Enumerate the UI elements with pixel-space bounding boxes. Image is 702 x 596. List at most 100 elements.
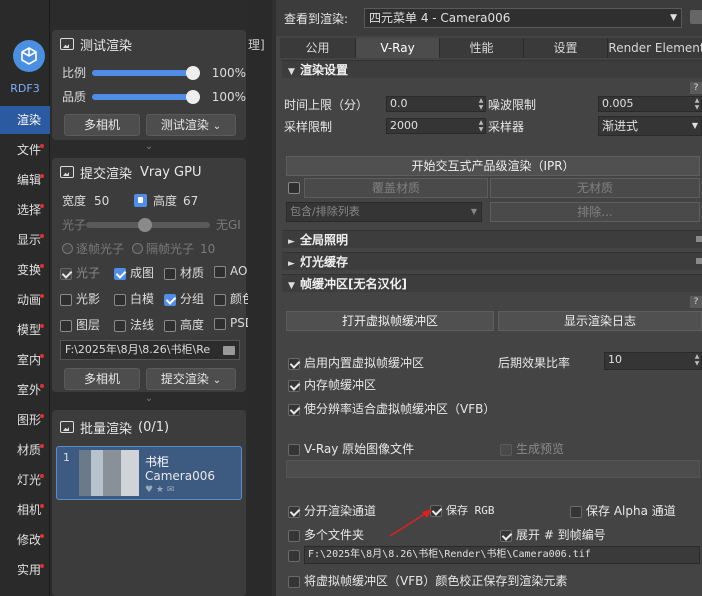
option-3[interactable]: AO (214, 264, 247, 278)
checkbox[interactable] (114, 293, 126, 306)
checkbox[interactable] (114, 319, 126, 332)
ratio-slider[interactable] (91, 65, 200, 80)
nav-item-transform[interactable]: 变换 (0, 256, 50, 284)
fit-resolution[interactable]: 使分辨率适合虚拟帧缓冲区（VFB） (288, 400, 495, 417)
nav-item-camera[interactable]: 相机 (0, 496, 50, 524)
expand-frame-number[interactable]: 展开 # 到帧编号 (500, 526, 606, 543)
checkbox[interactable] (164, 293, 176, 306)
nav-item-edit[interactable]: 编辑 (0, 166, 50, 194)
nav-item-modify[interactable]: 修改 (0, 526, 50, 554)
spinner-icon[interactable]: ▲ ▼ (693, 353, 701, 367)
option-6[interactable]: 分组 (164, 290, 204, 307)
exclude-button[interactable]: 排除... (490, 202, 700, 222)
lock-icon[interactable] (690, 10, 702, 24)
show-log-button[interactable]: 显示渲染日志 (498, 311, 702, 331)
option-0[interactable]: 光子 (60, 264, 100, 281)
ratio-slider-knob[interactable] (185, 65, 200, 80)
open-vfb-button[interactable]: 打开虚拟帧缓冲区 (286, 311, 494, 331)
spinner-icon[interactable]: ▲ ▼ (477, 97, 485, 111)
tab-2[interactable]: 性能 (440, 38, 524, 58)
color-correction-save[interactable]: 将虚拟帧缓冲区（VFB）颜色校正保存到渲染元素 (288, 572, 567, 589)
multiple-folders[interactable]: 多个文件夹 (288, 526, 364, 543)
override-mtl-checkbox[interactable] (288, 182, 300, 194)
lock-icon[interactable] (134, 194, 148, 207)
interval-value[interactable]: 10 (200, 242, 215, 256)
option-4[interactable]: 光影 (60, 290, 100, 307)
multi-camera-button[interactable]: 多相机 (64, 114, 140, 136)
checkbox[interactable] (288, 403, 300, 416)
folder-icon[interactable] (223, 346, 235, 355)
vray-raw-file[interactable]: V-Ray 原始图像文件 (288, 440, 414, 457)
checkbox[interactable] (60, 293, 72, 306)
option-8[interactable]: 图层 (60, 316, 100, 333)
test-render-button[interactable]: 测试渲染 ⌄ (146, 114, 236, 136)
output-path-row[interactable] (288, 548, 304, 562)
checkbox[interactable] (288, 575, 300, 588)
output-file-path[interactable]: F:\2025年\8月\8.26\书柜\Render\书柜\Camera006.… (304, 546, 700, 564)
tab-4[interactable]: Render Element (608, 38, 702, 58)
spinner-icon[interactable]: ▲ ▼ (693, 97, 701, 111)
checkbox[interactable] (570, 505, 582, 518)
output-path-field[interactable]: F:\2025年\8月\8.26\书柜\Re (60, 340, 240, 360)
ipr-button[interactable]: 开始交互式产品级渲染（IPR） (286, 156, 700, 176)
batch-job-item[interactable]: 1 书柜 Camera006 ♥ ★ ✉ (56, 446, 242, 500)
height-value[interactable]: 67 (183, 194, 198, 208)
nav-item-light[interactable]: 灯光 (0, 466, 50, 494)
checkbox[interactable] (60, 319, 72, 332)
save-alpha[interactable]: 保存 Alpha 通道 (570, 502, 676, 519)
section-framebuffer[interactable]: ▼ 帧缓冲区[无名汉化] (282, 274, 702, 292)
section-gi[interactable]: ► 全局照明 (282, 230, 702, 248)
checkbox[interactable] (214, 293, 226, 306)
nav-item-model[interactable]: 模型 (0, 316, 50, 344)
nav-item-select[interactable]: 选择 (0, 196, 50, 224)
submit-multi-camera-button[interactable]: 多相机 (64, 368, 140, 390)
checkbox[interactable] (214, 317, 226, 330)
raw-file-path-field[interactable] (286, 460, 700, 478)
separate-channels[interactable]: 分开渲染通道 (288, 502, 376, 519)
app-logo[interactable] (13, 40, 45, 72)
generate-preview[interactable]: 生成预览 (500, 440, 564, 457)
width-value[interactable]: 50 (94, 194, 130, 208)
spinner-icon[interactable]: ▲ ▼ (477, 119, 485, 133)
tab-0[interactable]: 公用 (280, 38, 356, 58)
checkbox[interactable] (288, 379, 300, 392)
nav-item-file[interactable]: 文件 (0, 136, 50, 164)
no-material-button[interactable]: 无材质 (490, 178, 700, 198)
checkbox[interactable] (164, 319, 176, 332)
checkbox[interactable] (114, 267, 126, 280)
photon-slider[interactable] (86, 217, 210, 232)
use-builtin-vfb[interactable]: 启用内置虚拟帧缓冲区 (288, 354, 424, 371)
checkbox[interactable] (288, 505, 300, 518)
section-render-settings[interactable]: ▼ 渲染设置 (282, 60, 702, 78)
help-icon[interactable]: ? (690, 296, 702, 308)
memory-framebuffer[interactable]: 内存帧缓冲区 (288, 376, 376, 393)
submit-render-button[interactable]: 提交渲染 ⌄ (146, 368, 236, 390)
nav-item-animation[interactable]: 动画 (0, 286, 50, 314)
tab-3[interactable]: 设置 (524, 38, 608, 58)
nav-item-display[interactable]: 显示 (0, 226, 50, 254)
checkbox[interactable] (288, 549, 300, 562)
photon-slider-knob[interactable] (138, 217, 152, 232)
per-frame-photon-radio[interactable] (62, 243, 73, 254)
option-9[interactable]: 法线 (114, 316, 154, 333)
checkbox[interactable] (288, 529, 300, 542)
checkbox[interactable] (288, 357, 300, 370)
sample-limit-field[interactable]: 2000 ▲ ▼ (386, 118, 486, 134)
section-light-cache[interactable]: ► 灯光缓存 (282, 252, 702, 270)
checkbox[interactable] (60, 267, 72, 280)
collapse-chevron-icon[interactable]: ⌄ (50, 141, 248, 152)
checkbox[interactable] (500, 443, 512, 456)
option-5[interactable]: 白模 (114, 290, 154, 307)
checkbox[interactable] (288, 443, 300, 456)
checkbox[interactable] (500, 529, 512, 542)
option-2[interactable]: 材质 (164, 264, 204, 281)
time-limit-field[interactable]: 0.0 ▲ ▼ (386, 96, 486, 112)
save-rgb[interactable]: 保存 RGB (430, 502, 495, 518)
quality-slider-knob[interactable] (185, 89, 200, 104)
interval-photon-radio[interactable] (132, 243, 144, 254)
collapse-chevron-icon[interactable]: ⌄ (50, 393, 248, 404)
checkbox[interactable] (164, 267, 176, 280)
option-10[interactable]: 高度 (164, 316, 204, 333)
include-exclude-select[interactable]: 包含/排除列表 ▼ (286, 202, 482, 222)
view-select[interactable]: 四元菜单 4 - Camera006 ▼ (364, 8, 682, 28)
